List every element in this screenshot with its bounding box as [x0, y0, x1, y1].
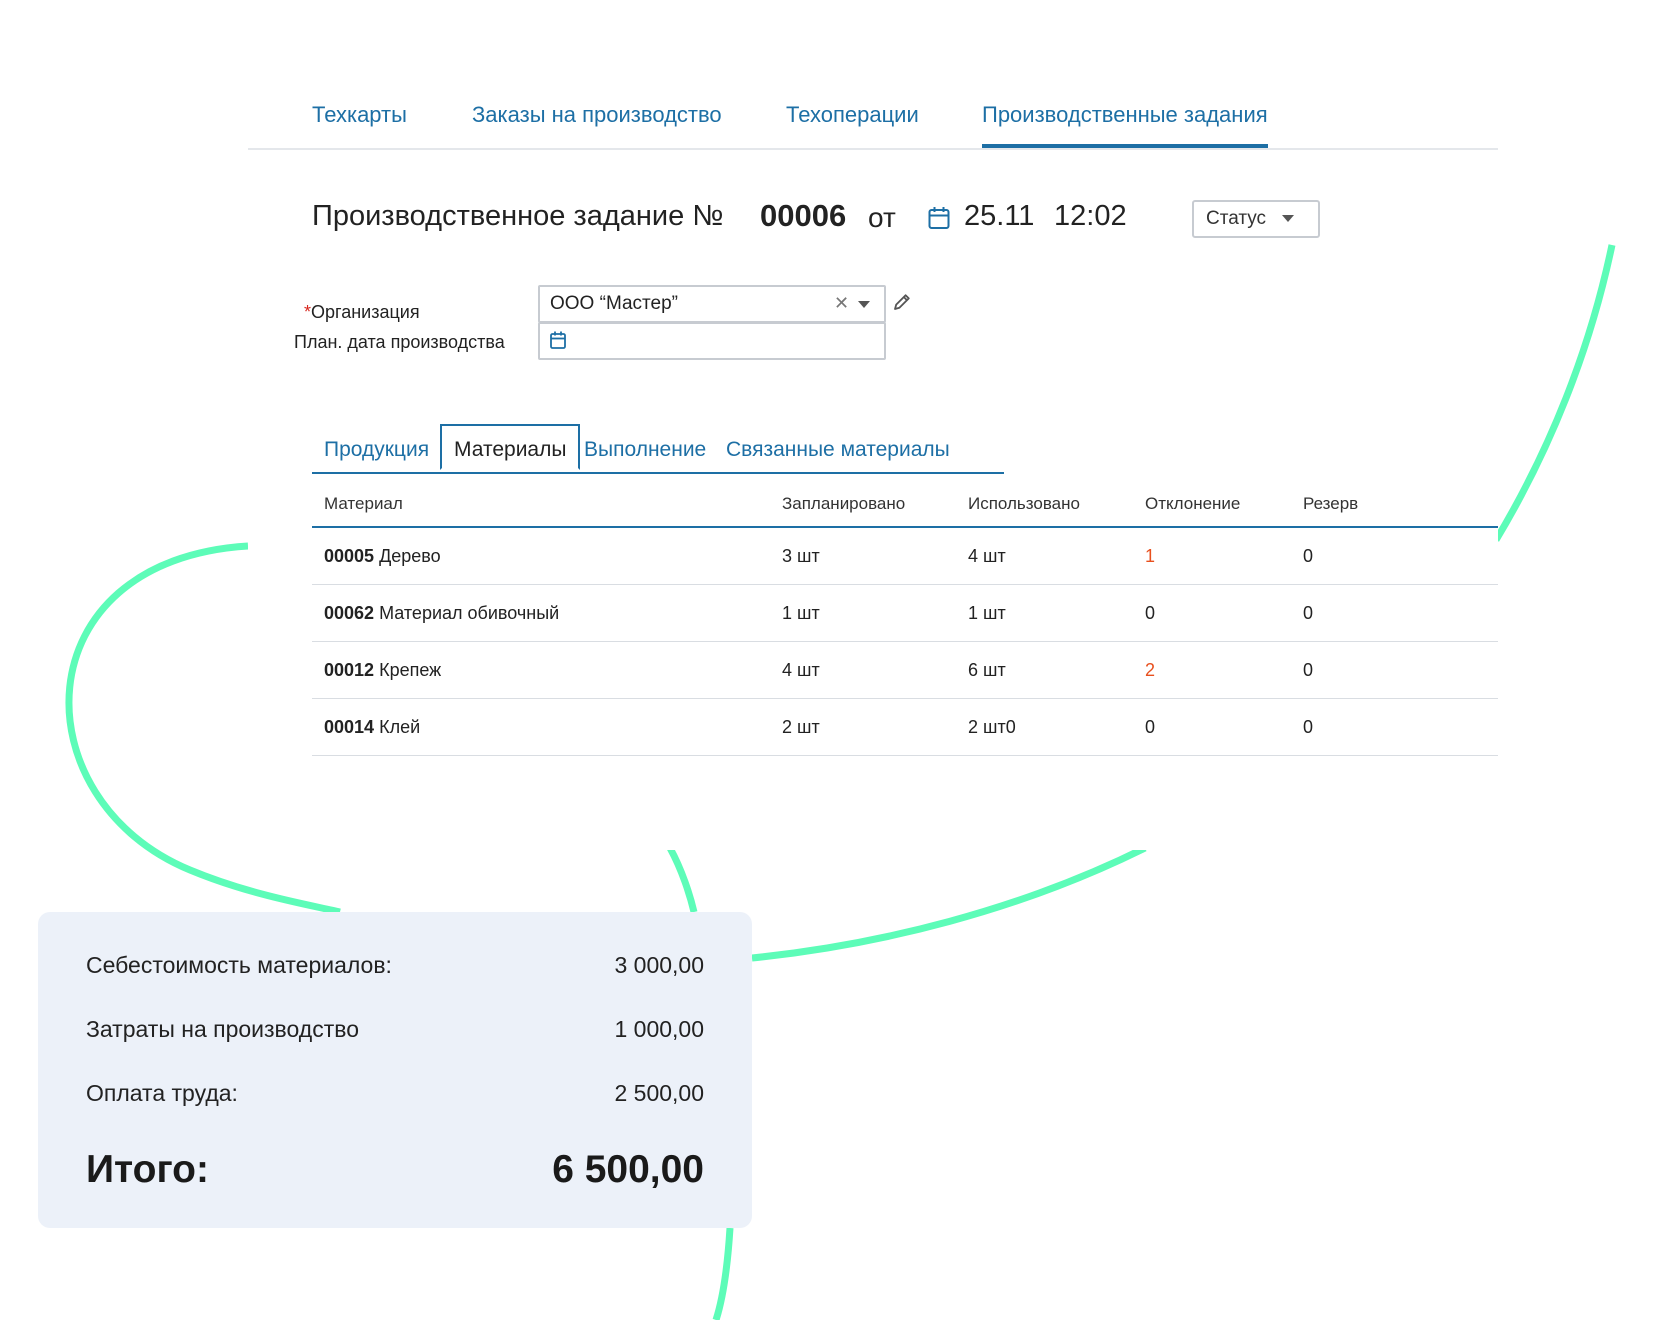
column-header-reserve[interactable]: Резерв — [1303, 494, 1358, 514]
material-name: Крепеж — [379, 660, 442, 680]
materials-cost-value: 3 000,00 — [614, 952, 704, 978]
calendar-icon[interactable] — [550, 331, 566, 354]
materials-cost-label: Себестоимость материалов: — [86, 952, 392, 978]
labor-cost-value: 2 500,00 — [614, 1080, 704, 1106]
material-cell: 00062 Материал обивочный — [324, 603, 559, 624]
material-cell: 00005 Дерево — [324, 546, 441, 567]
table-row[interactable]: 00014 Клей 2 шт 2 шт0 0 0 — [312, 699, 1498, 756]
material-code: 00062 — [324, 603, 375, 623]
labor-cost-label: Оплата труда: — [86, 1080, 238, 1106]
pencil-icon[interactable] — [892, 292, 912, 317]
reserve-cell: 0 — [1303, 546, 1314, 566]
planned-cell: 2 шт — [782, 717, 820, 737]
document-section-tabs: Продукция Материалы Выполнение Связанные… — [312, 424, 1004, 474]
organization-select[interactable]: ООО “Мастер” ✕ — [538, 285, 886, 323]
used-cell: 6 шт — [968, 660, 1006, 680]
table-row[interactable]: 00012 Крепеж 4 шт 6 шт 2 0 — [312, 642, 1498, 699]
document-number: 00006 — [760, 198, 847, 233]
material-name: Клей — [379, 717, 421, 737]
organization-label-text: Организация — [311, 302, 420, 322]
material-name: Дерево — [379, 546, 441, 566]
production-costs-label: Затраты на производство — [86, 1016, 360, 1042]
used-cell: 2 шт0 — [968, 717, 1016, 737]
caret-down-icon[interactable] — [858, 301, 870, 308]
deviation-cell: 0 — [1145, 717, 1156, 737]
plan-date-field[interactable] — [538, 322, 886, 360]
tab-materials[interactable]: Материалы — [440, 424, 581, 470]
production-costs-value: 1 000,00 — [614, 1016, 704, 1042]
reserve-cell: 0 — [1303, 660, 1314, 680]
cost-summary-card: Себестоимость материалов: 3 000,00 Затра… — [38, 912, 752, 1228]
column-header-used[interactable]: Использовано — [968, 494, 1080, 514]
planned-cell: 4 шт — [782, 660, 820, 680]
material-cell: 00014 Клей — [324, 717, 420, 738]
used-cell: 4 шт — [968, 546, 1006, 566]
tab-tech-cards[interactable]: Техкарты — [312, 102, 407, 144]
tab-linked-materials[interactable]: Связанные материалы — [726, 438, 950, 462]
organization-value: ООО “Мастер” — [550, 293, 678, 314]
material-code: 00012 — [324, 660, 375, 680]
status-dropdown[interactable]: Статус — [1192, 200, 1320, 238]
reserve-cell: 0 — [1303, 603, 1314, 623]
main-nav-tabs: Техкарты Заказы на производство Техопера… — [248, 60, 1498, 150]
column-header-planned[interactable]: Запланировано — [782, 494, 905, 514]
planned-cell: 1 шт — [782, 603, 820, 623]
decor-curve-bottom — [712, 1227, 734, 1320]
page-title: Производственное задание № — [312, 200, 724, 232]
reserve-cell: 0 — [1303, 717, 1314, 737]
material-name: Материал обивочный — [379, 603, 560, 623]
materials-table: Материал Запланировано Использовано Откл… — [312, 480, 1498, 756]
material-cell: 00012 Крепеж — [324, 660, 441, 681]
from-label: от — [868, 202, 896, 233]
column-header-deviation[interactable]: Отклонение — [1145, 494, 1240, 514]
deviation-cell: 2 — [1145, 660, 1156, 680]
status-dropdown-label: Статус — [1206, 208, 1267, 229]
decor-curve-right-bottom — [751, 844, 1147, 962]
decor-curve-right-top — [1492, 244, 1616, 542]
document-date[interactable]: 25.11 — [964, 200, 1034, 233]
caret-down-icon — [1282, 215, 1294, 222]
organization-label: *Организация — [304, 302, 420, 323]
tab-products[interactable]: Продукция — [324, 438, 429, 462]
deviation-cell: 0 — [1145, 603, 1156, 623]
used-cell: 1 шт — [968, 603, 1006, 623]
table-row[interactable]: 00005 Дерево 3 шт 4 шт 1 0 — [312, 528, 1498, 585]
material-code: 00014 — [324, 717, 375, 737]
material-code: 00005 — [324, 546, 375, 566]
total-value: 6 500,00 — [552, 1148, 704, 1191]
decor-curve-middle — [666, 846, 698, 913]
total-label: Итого: — [86, 1148, 209, 1191]
calendar-icon[interactable] — [928, 206, 950, 235]
column-header-material[interactable]: Материал — [324, 494, 403, 514]
document-time[interactable]: 12:02 — [1054, 200, 1127, 233]
planned-cell: 3 шт — [782, 546, 820, 566]
tab-execution[interactable]: Выполнение — [584, 438, 706, 462]
required-mark: * — [304, 302, 312, 322]
table-row[interactable]: 00062 Материал обивочный 1 шт 1 шт 0 0 — [312, 585, 1498, 642]
plan-date-label: План. дата производства — [294, 332, 505, 352]
clear-icon[interactable]: ✕ — [834, 293, 849, 314]
table-header: Материал Запланировано Использовано Откл… — [312, 480, 1498, 528]
deviation-cell: 1 — [1145, 546, 1156, 566]
production-task-window: Техкарты Заказы на производство Техопера… — [248, 60, 1498, 850]
tab-production-orders[interactable]: Заказы на производство — [472, 102, 722, 144]
tab-tech-operations[interactable]: Техоперации — [786, 102, 919, 144]
tab-production-tasks[interactable]: Производственные задания — [982, 102, 1268, 148]
